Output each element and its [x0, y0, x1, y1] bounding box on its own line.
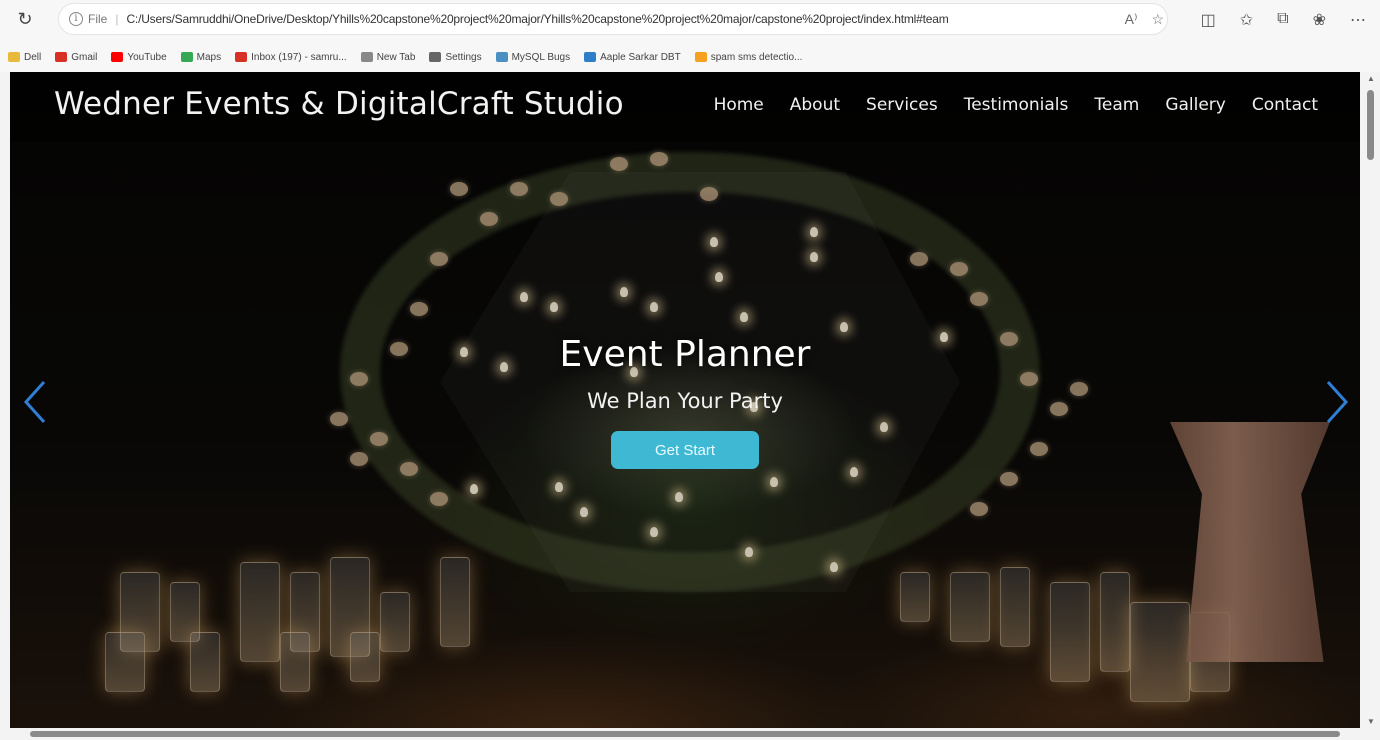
bookmark-favicon-icon [111, 52, 124, 62]
bookmark-label: YouTube [127, 51, 167, 63]
nav-menu: Home About Services Testimonials Team Ga… [714, 95, 1318, 115]
bookmark-favicon-icon [8, 52, 20, 62]
browser-toolbar: ◫ ✩ ⧉ ❀ ⋯ [1201, 10, 1366, 30]
split-screen-icon[interactable]: ◫ [1201, 10, 1216, 30]
bookmark-item[interactable]: Gmail [55, 52, 97, 63]
bookmark-label: Dell [24, 51, 42, 63]
web-page: Wedner Events & DigitalCraft Studio Home… [10, 72, 1360, 728]
horizontal-scroll-thumb[interactable] [30, 731, 1340, 737]
site-brand[interactable]: Wedner Events & DigitalCraft Studio [54, 86, 624, 122]
nav-home[interactable]: Home [714, 95, 764, 115]
carousel-prev-icon[interactable] [16, 372, 56, 432]
nav-about[interactable]: About [790, 95, 840, 115]
scroll-down-icon[interactable]: ▼ [1367, 717, 1375, 726]
nav-contact[interactable]: Contact [1252, 95, 1318, 115]
bookmark-label: Inbox (197) - samru... [251, 51, 347, 63]
info-icon[interactable]: i [69, 12, 83, 26]
bookmark-item[interactable]: YouTube [111, 51, 167, 63]
bookmark-favicon-icon [235, 52, 248, 62]
site-navbar: Wedner Events & DigitalCraft Studio Home… [10, 72, 1360, 142]
browser-chrome: ↻ i File | C:/Users/Samruddhi/OneDrive/D… [0, 0, 1380, 72]
bookmark-label: MySQL Bugs [511, 51, 571, 63]
horizontal-scrollbar[interactable] [0, 728, 1380, 740]
scroll-up-icon[interactable]: ▲ [1367, 74, 1375, 83]
hero-subtitle: We Plan Your Party [587, 389, 783, 413]
bookmark-item[interactable]: spam sms detectio... [694, 51, 803, 63]
vertical-scroll-thumb[interactable] [1367, 90, 1374, 160]
bookmark-favicon-icon [360, 52, 373, 62]
get-start-button[interactable]: Get Start [611, 431, 759, 469]
bookmark-item[interactable]: Inbox (197) - samru... [235, 52, 347, 63]
bookmark-label: spam sms detectio... [710, 51, 803, 63]
bookmark-item[interactable]: Settings [429, 51, 482, 63]
carousel-next-icon[interactable] [1316, 372, 1356, 432]
bookmark-label: Gmail [71, 51, 98, 63]
vertical-scrollbar[interactable]: ▲ ▼ [1362, 72, 1380, 728]
read-aloud-icon[interactable]: A⁾ [1125, 11, 1138, 28]
bookmarks-bar: Dell Gmail YouTube Maps Inbox (197) - samru.… [8, 46, 1368, 68]
favorites-icon[interactable]: ✩ [1240, 10, 1253, 30]
bookmark-favicon-icon [55, 52, 68, 62]
bookmark-item[interactable]: New Tab [360, 51, 416, 63]
url-separator: | [115, 12, 119, 26]
nav-testimonials[interactable]: Testimonials [964, 95, 1069, 115]
address-bar[interactable]: i File | C:/Users/Samruddhi/OneDrive/Des… [58, 3, 1168, 35]
bookmark-item[interactable]: Dell [8, 52, 41, 63]
hero-caption: Event Planner We Plan Your Party [10, 334, 1360, 413]
address-bar-actions: A⁾ ☆ [1125, 11, 1164, 28]
nav-services[interactable]: Services [866, 95, 938, 115]
bookmark-favicon-icon [429, 52, 442, 62]
more-menu-icon[interactable]: ⋯ [1350, 10, 1366, 30]
bookmark-favicon-icon [694, 52, 707, 62]
bookmark-favicon-icon [495, 52, 508, 62]
nav-team[interactable]: Team [1094, 95, 1139, 115]
bookmark-label: Maps [196, 51, 222, 63]
bookmark-label: Settings [445, 51, 482, 63]
collections-icon[interactable]: ⧉ [1277, 10, 1288, 30]
bookmark-item[interactable]: Aaple Sarkar DBT [584, 52, 681, 63]
extensions-icon[interactable]: ❀ [1313, 10, 1326, 30]
url-scheme: File [88, 12, 108, 26]
refresh-icon[interactable]: ↻ [14, 8, 36, 30]
bookmark-favicon-icon [584, 52, 597, 62]
hero-title: Event Planner [559, 334, 811, 375]
bookmark-label: New Tab [376, 51, 416, 63]
bookmark-item[interactable]: Maps [180, 51, 222, 63]
favorite-star-icon[interactable]: ☆ [1151, 11, 1164, 28]
url-text[interactable]: C:/Users/Samruddhi/OneDrive/Desktop/Yhil… [126, 12, 948, 26]
bookmark-favicon-icon [180, 52, 193, 62]
bookmark-item[interactable]: MySQL Bugs [495, 51, 571, 63]
bookmark-label: Aaple Sarkar DBT [600, 51, 681, 63]
nav-gallery[interactable]: Gallery [1165, 95, 1226, 115]
